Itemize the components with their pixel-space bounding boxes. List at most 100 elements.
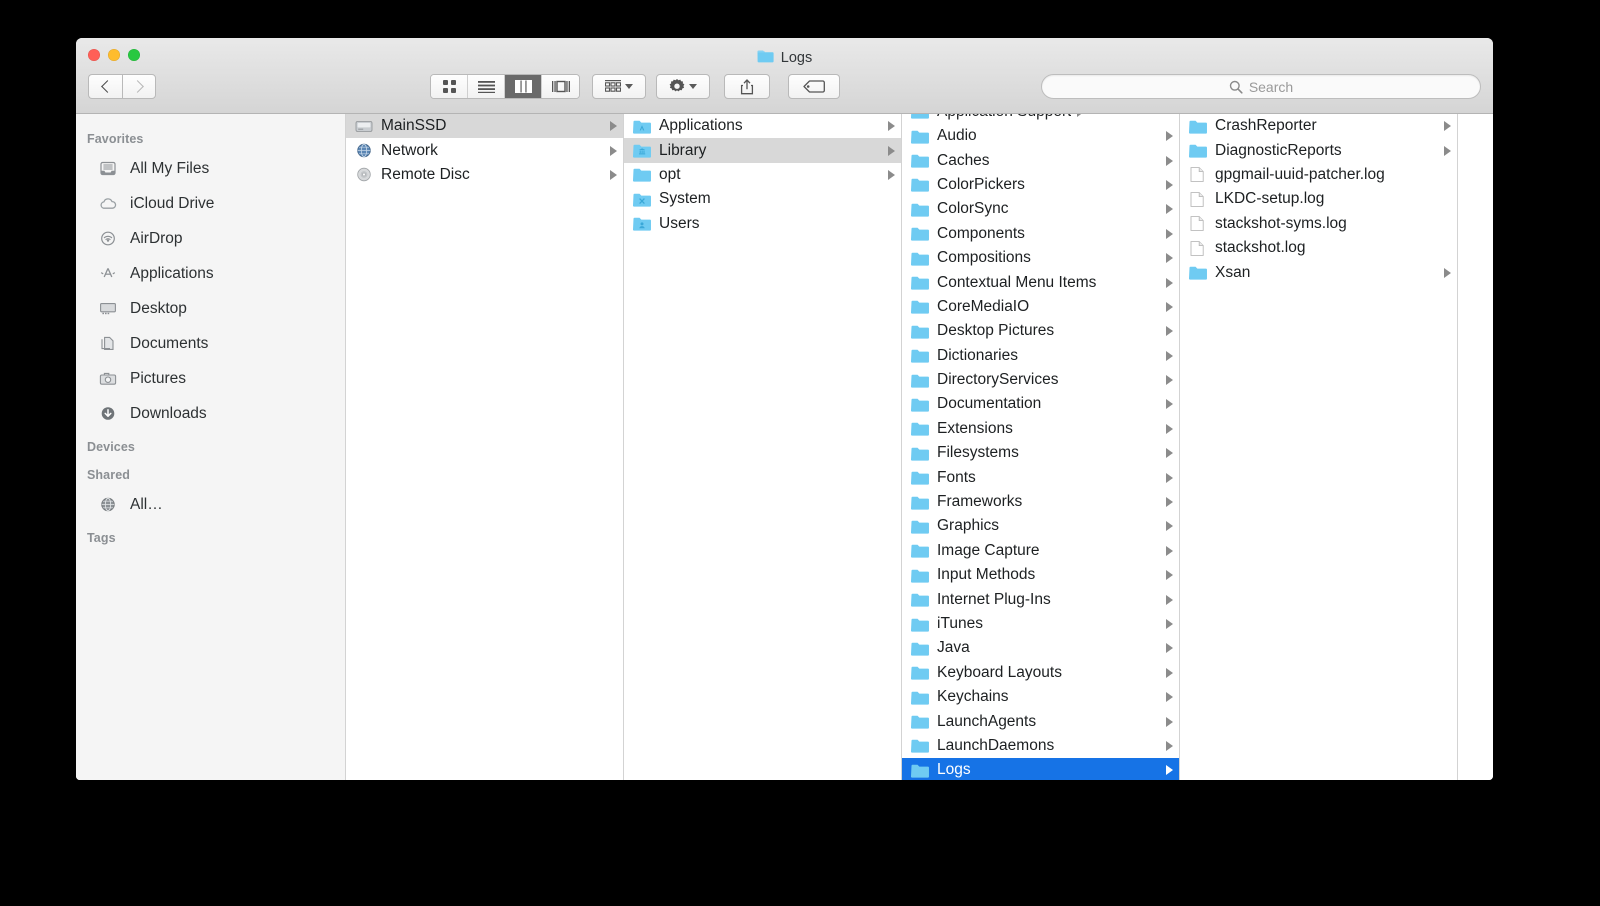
window-body: Favorites All My Files iCloud Drive AirDrop… bbox=[76, 114, 1493, 780]
column-row[interactable]: Image Capture bbox=[902, 539, 1179, 563]
sidebar-item-all-my-files[interactable]: All My Files bbox=[76, 151, 345, 186]
folder-icon bbox=[910, 443, 930, 463]
arrange-button[interactable] bbox=[592, 74, 646, 99]
sidebar-item-icloud-drive[interactable]: iCloud Drive bbox=[76, 186, 345, 221]
column-view-button[interactable] bbox=[505, 75, 542, 98]
column-row[interactable]: Components bbox=[902, 222, 1179, 246]
sidebar-item-downloads[interactable]: Downloads bbox=[76, 396, 345, 431]
column-row[interactable]: Logs bbox=[902, 758, 1179, 780]
column-row[interactable]: Contextual Menu Items bbox=[902, 270, 1179, 294]
column-row[interactable]: Library bbox=[624, 138, 901, 163]
column-row[interactable]: MainSSD bbox=[346, 114, 623, 139]
chevron-right-icon bbox=[1166, 667, 1173, 678]
column-row[interactable]: Frameworks bbox=[902, 490, 1179, 514]
sidebar-item-applications[interactable]: Applications bbox=[76, 256, 345, 291]
desktop-icon bbox=[98, 299, 118, 319]
column-row[interactable]: Audio bbox=[902, 124, 1179, 148]
tags-button[interactable] bbox=[788, 74, 840, 99]
column-row[interactable]: CrashReporter bbox=[1180, 114, 1457, 138]
folder-icon bbox=[910, 224, 930, 244]
column-row[interactable]: LaunchDaemons bbox=[902, 734, 1179, 758]
column-row-label: Caches bbox=[937, 151, 990, 169]
column-row[interactable]: Java bbox=[902, 636, 1179, 660]
column-row-label: Xsan bbox=[1215, 263, 1251, 281]
chevron-right-icon bbox=[1444, 267, 1451, 278]
clipped-row: Application Support bbox=[902, 114, 1179, 124]
column-row[interactable]: Filesystems bbox=[902, 441, 1179, 465]
column-row[interactable]: DirectoryServices bbox=[902, 368, 1179, 392]
window-title: Logs bbox=[76, 49, 1493, 67]
column-row[interactable]: Desktop Pictures bbox=[902, 319, 1179, 343]
disclosure-arrow-slot bbox=[1160, 228, 1173, 239]
column-row[interactable]: ColorSync bbox=[902, 197, 1179, 221]
gear-icon bbox=[669, 78, 685, 91]
column-row[interactable]: Keyboard Layouts bbox=[902, 661, 1179, 685]
column-row[interactable]: Application Support bbox=[902, 114, 1090, 124]
sidebar-item-documents[interactable]: Documents bbox=[76, 326, 345, 361]
disclosure-arrow-slot bbox=[1160, 570, 1173, 581]
column-row[interactable]: Documentation bbox=[902, 392, 1179, 416]
column-row[interactable]: Compositions bbox=[902, 246, 1179, 270]
disclosure-arrow-slot bbox=[1160, 472, 1173, 483]
column-row[interactable]: Extensions bbox=[902, 417, 1179, 441]
arrange-grid-icon bbox=[605, 80, 621, 92]
window-titlebar: Logs Search bbox=[76, 38, 1493, 114]
column-row[interactable]: LaunchAgents bbox=[902, 709, 1179, 733]
column-row[interactable]: Applications bbox=[624, 114, 901, 138]
coverflow-view-button[interactable] bbox=[542, 75, 579, 98]
globe-icon bbox=[354, 141, 374, 161]
column-row-label: Components bbox=[937, 224, 1025, 242]
column-row[interactable]: Remote Disc bbox=[346, 163, 623, 187]
column-row[interactable]: CoreMediaIO bbox=[902, 295, 1179, 319]
sidebar-item-desktop[interactable]: Desktop bbox=[76, 291, 345, 326]
column-row[interactable]: DiagnosticReports bbox=[1180, 138, 1457, 162]
column-row-label: DiagnosticReports bbox=[1215, 141, 1342, 159]
chevron-right-icon bbox=[1166, 399, 1173, 410]
column-row[interactable]: Fonts bbox=[902, 465, 1179, 489]
column-row[interactable]: Input Methods bbox=[902, 563, 1179, 587]
column-row[interactable]: LKDC-setup.log bbox=[1180, 187, 1457, 211]
documents-icon bbox=[101, 334, 121, 353]
sidebar-item-label: Pictures bbox=[130, 369, 186, 387]
column-row[interactable]: Caches bbox=[902, 148, 1179, 172]
search-input[interactable]: Search bbox=[1041, 74, 1481, 99]
chevron-right-icon bbox=[1166, 716, 1173, 727]
disclosure-arrow-slot bbox=[604, 169, 617, 180]
sidebar-item-label: Applications bbox=[130, 264, 214, 282]
column-row[interactable]: stackshot.log bbox=[1180, 236, 1457, 260]
disclosure-arrow-slot bbox=[882, 145, 895, 156]
disclosure-arrow-slot bbox=[1160, 301, 1173, 312]
column-row-label: Remote Disc bbox=[381, 165, 470, 183]
sidebar-item-airdrop[interactable]: AirDrop bbox=[76, 221, 345, 256]
disclosure-arrow-slot bbox=[1160, 204, 1173, 215]
column-row[interactable]: System bbox=[624, 187, 901, 211]
column-row[interactable]: Keychains bbox=[902, 685, 1179, 709]
column-row[interactable]: stackshot-syms.log bbox=[1180, 212, 1457, 236]
chevron-right-icon bbox=[1166, 619, 1173, 629]
column-row-label: Users bbox=[659, 214, 700, 232]
column-row[interactable]: Internet Plug-Ins bbox=[902, 587, 1179, 611]
column-row[interactable]: Users bbox=[624, 212, 901, 236]
column-row[interactable]: gpgmail-uuid-patcher.log bbox=[1180, 163, 1457, 187]
sidebar-item-all[interactable]: All… bbox=[76, 487, 345, 522]
chevron-right-icon bbox=[1166, 692, 1173, 703]
column-row[interactable]: Graphics bbox=[902, 514, 1179, 538]
forward-button[interactable] bbox=[122, 74, 156, 99]
share-button[interactable] bbox=[724, 74, 770, 99]
column-row[interactable]: iTunes bbox=[902, 612, 1179, 636]
list-view-button[interactable] bbox=[468, 75, 505, 98]
column-row-label: Image Capture bbox=[937, 541, 1040, 559]
column-row[interactable]: Network bbox=[346, 138, 623, 162]
view-mode-group bbox=[430, 74, 580, 99]
icon-view-button[interactable] bbox=[431, 75, 468, 98]
disclosure-arrow-slot bbox=[604, 121, 617, 132]
column-row[interactable]: ColorPickers bbox=[902, 173, 1179, 197]
columns-icon bbox=[514, 80, 532, 93]
column-row[interactable]: Xsan bbox=[1180, 260, 1457, 284]
folder-icon bbox=[910, 297, 930, 317]
back-button[interactable] bbox=[88, 74, 122, 99]
column-row[interactable]: Dictionaries bbox=[902, 344, 1179, 368]
sidebar-item-pictures[interactable]: Pictures bbox=[76, 361, 345, 396]
column-row[interactable]: opt bbox=[624, 163, 901, 187]
action-menu-button[interactable] bbox=[656, 74, 710, 99]
